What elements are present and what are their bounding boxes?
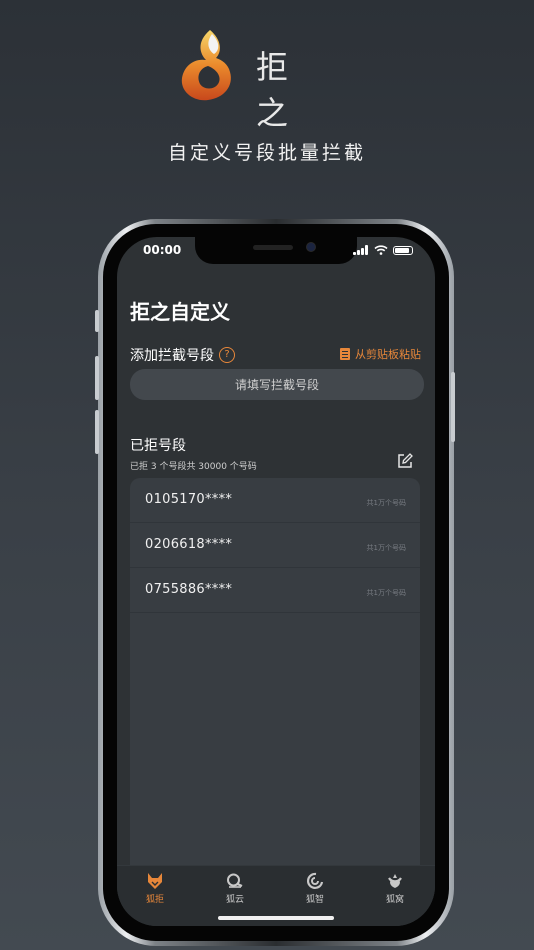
segment-number: 0206618**** bbox=[145, 537, 233, 552]
nest-icon bbox=[388, 874, 402, 888]
power-button bbox=[451, 372, 455, 442]
tab-hu-ju[interactable]: 狐拒 bbox=[125, 872, 185, 905]
list-item[interactable]: 0206618**** 共1万个号码 bbox=[130, 523, 420, 568]
clipboard-icon bbox=[340, 348, 350, 360]
wifi-icon bbox=[374, 245, 388, 255]
segment-number: 0105170**** bbox=[145, 492, 233, 507]
segment-input[interactable] bbox=[130, 369, 424, 400]
app-screen: 00:00 拒之自定义 添加拦截号段 ? 从剪贴板粘贴 已拒号段 已拒 3 个号… bbox=[117, 237, 435, 926]
mute-switch bbox=[95, 310, 99, 332]
segment-number: 0755886**** bbox=[145, 582, 233, 597]
list-item[interactable]: 0105170**** 共1万个号码 bbox=[130, 478, 420, 523]
battery-icon bbox=[393, 245, 413, 255]
status-time: 00:00 bbox=[143, 243, 182, 257]
notch bbox=[195, 237, 357, 264]
segment-count: 共1万个号码 bbox=[366, 499, 406, 507]
tab-hu-zhi[interactable]: 狐智 bbox=[285, 872, 345, 905]
segment-count: 共1万个号码 bbox=[366, 589, 406, 597]
tab-label: 狐窝 bbox=[385, 895, 404, 905]
status-icons bbox=[353, 245, 413, 255]
paste-from-clipboard-button[interactable]: 从剪贴板粘贴 bbox=[340, 346, 421, 362]
volume-down-button bbox=[95, 410, 99, 454]
blocked-segments-list: 0105170**** 共1万个号码 0206618**** 共1万个号码 07… bbox=[130, 478, 420, 898]
cloud-search-icon bbox=[227, 873, 243, 888]
swirl-icon bbox=[307, 872, 324, 889]
tab-label: 狐云 bbox=[225, 895, 244, 905]
flame-logo bbox=[181, 30, 231, 101]
tab-label: 狐智 bbox=[305, 895, 324, 905]
list-item[interactable]: 0755886**** 共1万个号码 bbox=[130, 568, 420, 613]
volume-up-button bbox=[95, 356, 99, 400]
brand-header: 拒 之 bbox=[176, 24, 366, 132]
signal-icon bbox=[353, 245, 369, 255]
brand-title: 拒 之 bbox=[256, 48, 323, 132]
blocked-summary: 已拒 3 个号段共 30000 个号码 bbox=[130, 462, 257, 472]
promo-headline: 自定义号段批量拦截 bbox=[167, 142, 366, 164]
blocked-segments-title: 已拒号段 bbox=[130, 438, 186, 454]
help-icon[interactable]: ? bbox=[219, 347, 235, 363]
fox-head-icon bbox=[148, 873, 162, 889]
tab-bar: 狐拒 狐云 狐智 狐窝 bbox=[117, 865, 435, 926]
add-segment-label-text: 添加拦截号段 bbox=[130, 348, 214, 364]
tab-hu-wo[interactable]: 狐窝 bbox=[365, 872, 425, 905]
tab-label: 狐拒 bbox=[145, 895, 164, 905]
tab-hu-yun[interactable]: 狐云 bbox=[205, 872, 265, 905]
segment-count: 共1万个号码 bbox=[366, 544, 406, 552]
paste-label: 从剪贴板粘贴 bbox=[355, 348, 421, 361]
edit-icon[interactable] bbox=[397, 453, 413, 469]
add-segment-label: 添加拦截号段 ? bbox=[130, 345, 235, 365]
camera-icon bbox=[307, 243, 315, 251]
home-indicator[interactable] bbox=[218, 916, 334, 920]
page-title: 拒之自定义 bbox=[130, 300, 230, 324]
